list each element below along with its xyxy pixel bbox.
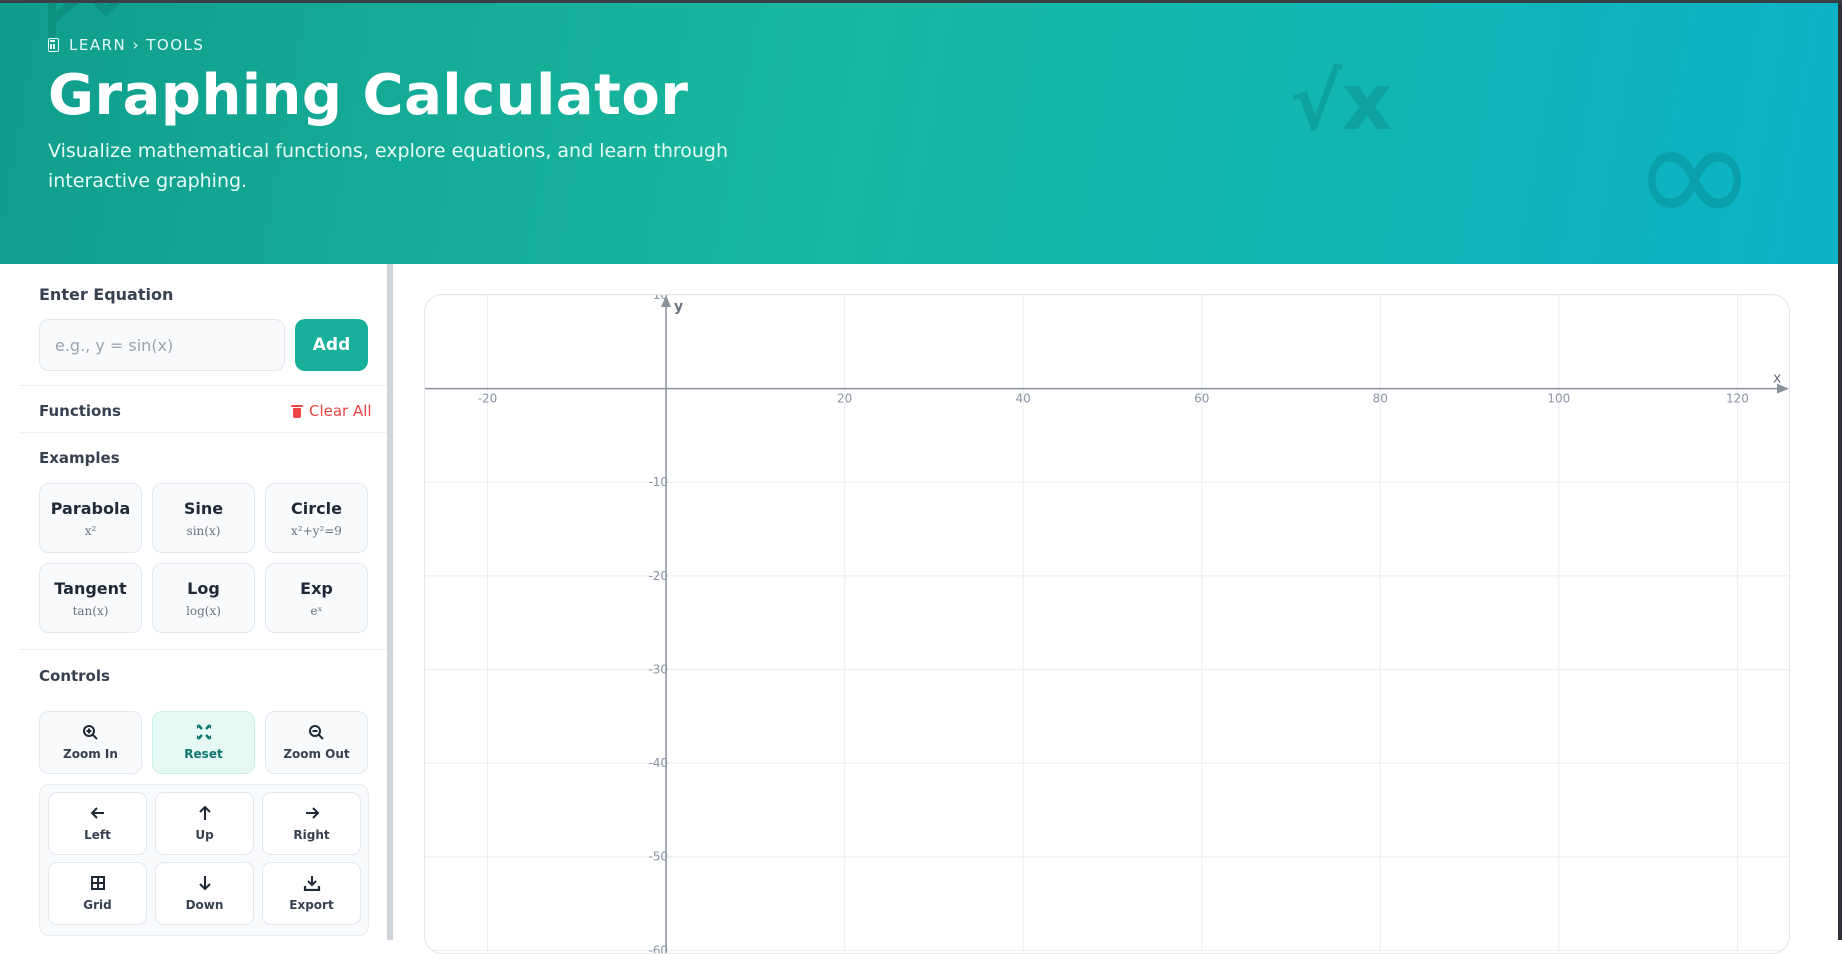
clear-all-button[interactable]: Clear All <box>291 402 372 420</box>
infinity-decoration-icon: ∞ <box>1632 87 1757 261</box>
zoom-in-icon <box>82 725 98 740</box>
y-tick-label: -40 <box>648 756 668 770</box>
graph-plot[interactable]: -20 20 40 60 80 100 12010-10-20-30-40-50-60 x … <box>425 295 1790 954</box>
grid-icon <box>90 876 105 890</box>
page-scrollbar[interactable] <box>1838 3 1842 940</box>
functions-title: Functions <box>39 402 121 420</box>
example-name: Tangent <box>54 578 127 598</box>
zoom-controls: Zoom In Reset Zoom Out <box>39 711 369 774</box>
example-exp-button[interactable]: Exp eˣ <box>265 563 368 633</box>
export-button[interactable]: Export <box>262 862 361 925</box>
example-formula: eˣ <box>310 603 323 618</box>
grid-label: Grid <box>83 898 112 912</box>
breadcrumb-text[interactable]: LEARN › TOOLS <box>69 36 204 54</box>
y-tick-label: -30 <box>648 662 668 676</box>
x-axis-label: x <box>1773 371 1781 387</box>
examples-grid: Parabola x² Sine sin(x) Circle x²+y²=9 T… <box>39 483 369 633</box>
divider <box>19 432 387 433</box>
example-formula: tan(x) <box>72 603 109 618</box>
pan-up-button[interactable]: Up <box>155 792 254 855</box>
clear-all-label: Clear All <box>309 402 372 420</box>
x-tick-label: 60 <box>1194 392 1209 406</box>
x-tick-label: 120 <box>1726 392 1749 406</box>
divider <box>19 385 387 386</box>
x-tick-label: -20 <box>478 392 498 406</box>
zoom-in-label: Zoom In <box>63 747 118 761</box>
y-tick-label: -20 <box>648 569 668 583</box>
zoom-out-label: Zoom Out <box>283 747 350 761</box>
pan-down-label: Down <box>185 898 224 912</box>
example-name: Circle <box>291 498 342 518</box>
example-circle-button[interactable]: Circle x²+y²=9 <box>265 483 368 553</box>
square-root-decoration-icon: √x <box>1290 58 1393 148</box>
equation-input[interactable] <box>39 319 285 371</box>
add-equation-button[interactable]: Add <box>295 319 368 371</box>
y-tick-label: -10 <box>648 475 668 489</box>
reset-button[interactable]: Reset <box>152 711 255 774</box>
example-name: Parabola <box>50 498 131 518</box>
page-subtitle: Visualize mathematical functions, explor… <box>48 140 729 192</box>
example-formula: x² <box>84 523 97 538</box>
page-title: Graphing Calculator <box>48 63 689 128</box>
example-parabola-button[interactable]: Parabola x² <box>39 483 142 553</box>
pan-right-button[interactable]: Right <box>262 792 361 855</box>
example-name: Exp <box>300 578 333 598</box>
zoom-in-button[interactable]: Zoom In <box>39 711 142 774</box>
example-formula: sin(x) <box>186 523 221 538</box>
y-tick-label: -60 <box>648 943 668 954</box>
reset-label: Reset <box>184 747 223 761</box>
graph-canvas[interactable]: -20 20 40 60 80 100 120 10 -10 -20 -30 -40 -50 -60 x … <box>424 294 1790 954</box>
pan-right-label: Right <box>293 828 330 842</box>
reset-icon <box>196 724 211 740</box>
pan-left-label: Left <box>84 828 111 842</box>
controls-title: Controls <box>39 667 110 685</box>
arrow-up-icon <box>198 805 211 820</box>
x-tick-label: 40 <box>1016 392 1031 406</box>
example-tangent-button[interactable]: Tangent tan(x) <box>39 563 142 633</box>
pan-down-button[interactable]: Down <box>155 862 254 925</box>
sidebar-panel: Enter Equation Add Functions Clear All E… <box>19 264 387 940</box>
x-tick-label: 100 <box>1547 392 1570 406</box>
example-log-button[interactable]: Log log(x) <box>152 563 255 633</box>
toggle-grid-button[interactable]: Grid <box>48 862 147 925</box>
arrow-right-icon <box>305 807 319 819</box>
examples-title: Examples <box>39 449 120 467</box>
example-name: Log <box>187 578 220 598</box>
arrow-down-icon <box>198 876 211 891</box>
breadcrumb: LEARN › TOOLS <box>48 36 204 54</box>
export-label: Export <box>289 898 334 912</box>
pan-left-button[interactable]: Left <box>48 792 147 855</box>
example-formula: log(x) <box>186 603 221 618</box>
download-icon <box>303 876 320 891</box>
example-sine-button[interactable]: Sine sin(x) <box>152 483 255 553</box>
axes <box>425 295 1789 953</box>
y-axis-label: y <box>674 299 683 315</box>
zoom-out-button[interactable]: Zoom Out <box>265 711 368 774</box>
calculator-icon <box>48 38 59 52</box>
tick-labels: -20 20 40 60 80 100 120 10 -10 -20 -30 -40 -50 -60 <box>478 295 1749 954</box>
grid-lines <box>425 295 1789 953</box>
y-tick-label: 10 <box>653 295 668 302</box>
x-tick-label: 80 <box>1373 392 1388 406</box>
divider <box>19 649 387 650</box>
hero-banner: √x ∞ LEARN › TOOLS Graphing Calculator V… <box>0 3 1838 264</box>
y-tick-label: -50 <box>648 850 668 864</box>
example-name: Sine <box>183 498 224 518</box>
example-formula: x²+y²=9 <box>291 523 342 538</box>
trash-icon <box>291 404 303 418</box>
arrow-left-icon <box>90 807 104 819</box>
pan-up-label: Up <box>195 828 214 842</box>
zoom-out-icon <box>308 725 324 740</box>
navigation-pad: Left Up Right Grid Down Export <box>39 784 369 936</box>
x-tick-label: 20 <box>837 392 852 406</box>
enter-equation-title: Enter Equation <box>39 285 174 304</box>
